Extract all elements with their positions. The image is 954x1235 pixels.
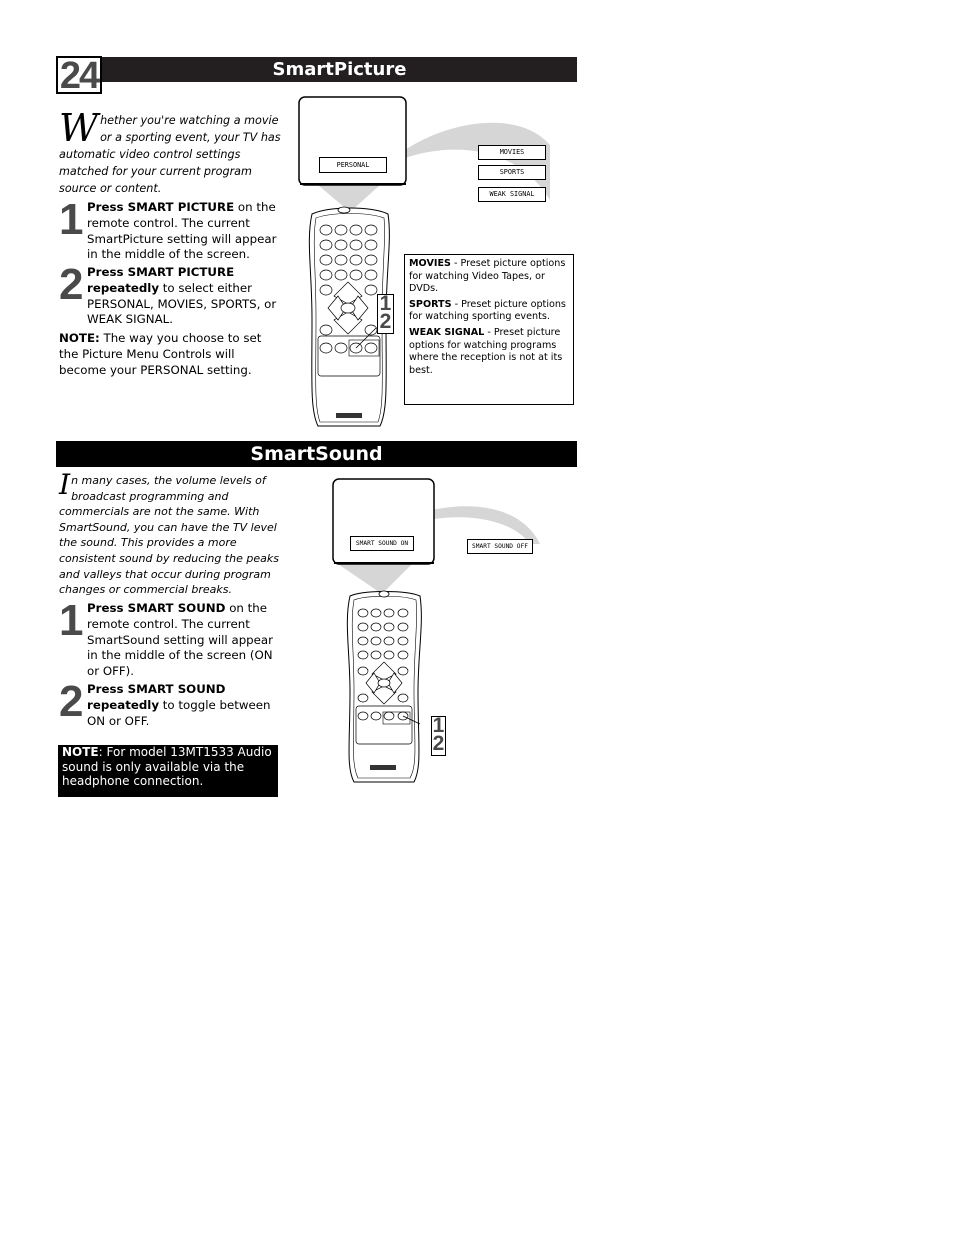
- smartsound-step-1: 1 Press SMART SOUND on the remote contro…: [59, 596, 281, 680]
- step-command: Press SMART SOUND: [87, 601, 226, 615]
- option-movies: MOVIES: [478, 145, 546, 160]
- step-number: 1: [59, 195, 84, 244]
- section-title-smartpicture: SmartPicture: [102, 57, 577, 82]
- remote-control: [346, 590, 422, 783]
- step-callout: 1 2: [377, 293, 394, 334]
- note-label: NOTE: [62, 745, 99, 759]
- smartsound-step-2: 2 Press SMART SOUND repeatedly to toggle…: [59, 677, 281, 729]
- step-command-modifier: repeatedly: [87, 280, 160, 295]
- screen-current-setting: SMART SOUND ON: [350, 536, 414, 551]
- intro-text: n many cases, the volume levels of broad…: [59, 474, 279, 597]
- step-number: 1: [59, 596, 84, 645]
- smartsound-intro: I n many cases, the volume levels of bro…: [59, 468, 281, 598]
- option-smart-sound-off: SMART SOUND OFF: [467, 539, 533, 554]
- intro-dropcap: W: [59, 106, 99, 150]
- screen-current-setting: PERSONAL: [319, 157, 387, 173]
- step-number: 2: [59, 677, 84, 726]
- smartsound-note: NOTE: For model 13MT1533 Audio sound is …: [58, 745, 278, 797]
- smartpicture-intro: W hether you're watching a movie or a sp…: [59, 106, 281, 197]
- callout-number-2: 2: [379, 310, 392, 333]
- remote-brand-logo: [336, 413, 362, 418]
- step-command-modifier: repeatedly: [87, 697, 160, 712]
- smartpicture-step-1: 1 Press SMART PICTURE on the remote cont…: [59, 195, 281, 263]
- step-command: Press SMART SOUND: [87, 682, 226, 696]
- option-weak-signal: WEAK SIGNAL: [478, 187, 546, 202]
- step-command: Press SMART PICTURE: [87, 200, 235, 214]
- remote-beam: [338, 564, 412, 594]
- intro-dropcap: I: [59, 468, 71, 501]
- legend-item-sports: SPORTS - Preset picture options for watc…: [409, 298, 566, 323]
- legend-item-movies: MOVIES - Preset picture options for watc…: [409, 258, 566, 295]
- step-command: Press SMART PICTURE: [87, 265, 235, 279]
- smartpicture-note: NOTE: The way you choose to set the Pict…: [59, 331, 281, 378]
- callout-number-2: 2: [432, 732, 445, 755]
- step-number: 2: [59, 260, 84, 309]
- remote-brand-logo: [370, 765, 396, 770]
- tv-screen: [332, 478, 435, 565]
- section-title-smartsound: SmartSound: [56, 441, 577, 467]
- step-callout: 1 2: [431, 715, 446, 756]
- page-number: 24: [56, 56, 102, 95]
- smartpicture-step-2: 2 Press SMART PICTURE repeatedly to sele…: [59, 260, 281, 328]
- note-label: NOTE:: [59, 331, 100, 345]
- legend-item-weak-signal: WEAK SIGNAL - Preset picture options for…: [409, 326, 563, 376]
- option-sports: SPORTS: [478, 165, 546, 180]
- smartpicture-legend: MOVIES - Preset picture options for watc…: [404, 254, 574, 405]
